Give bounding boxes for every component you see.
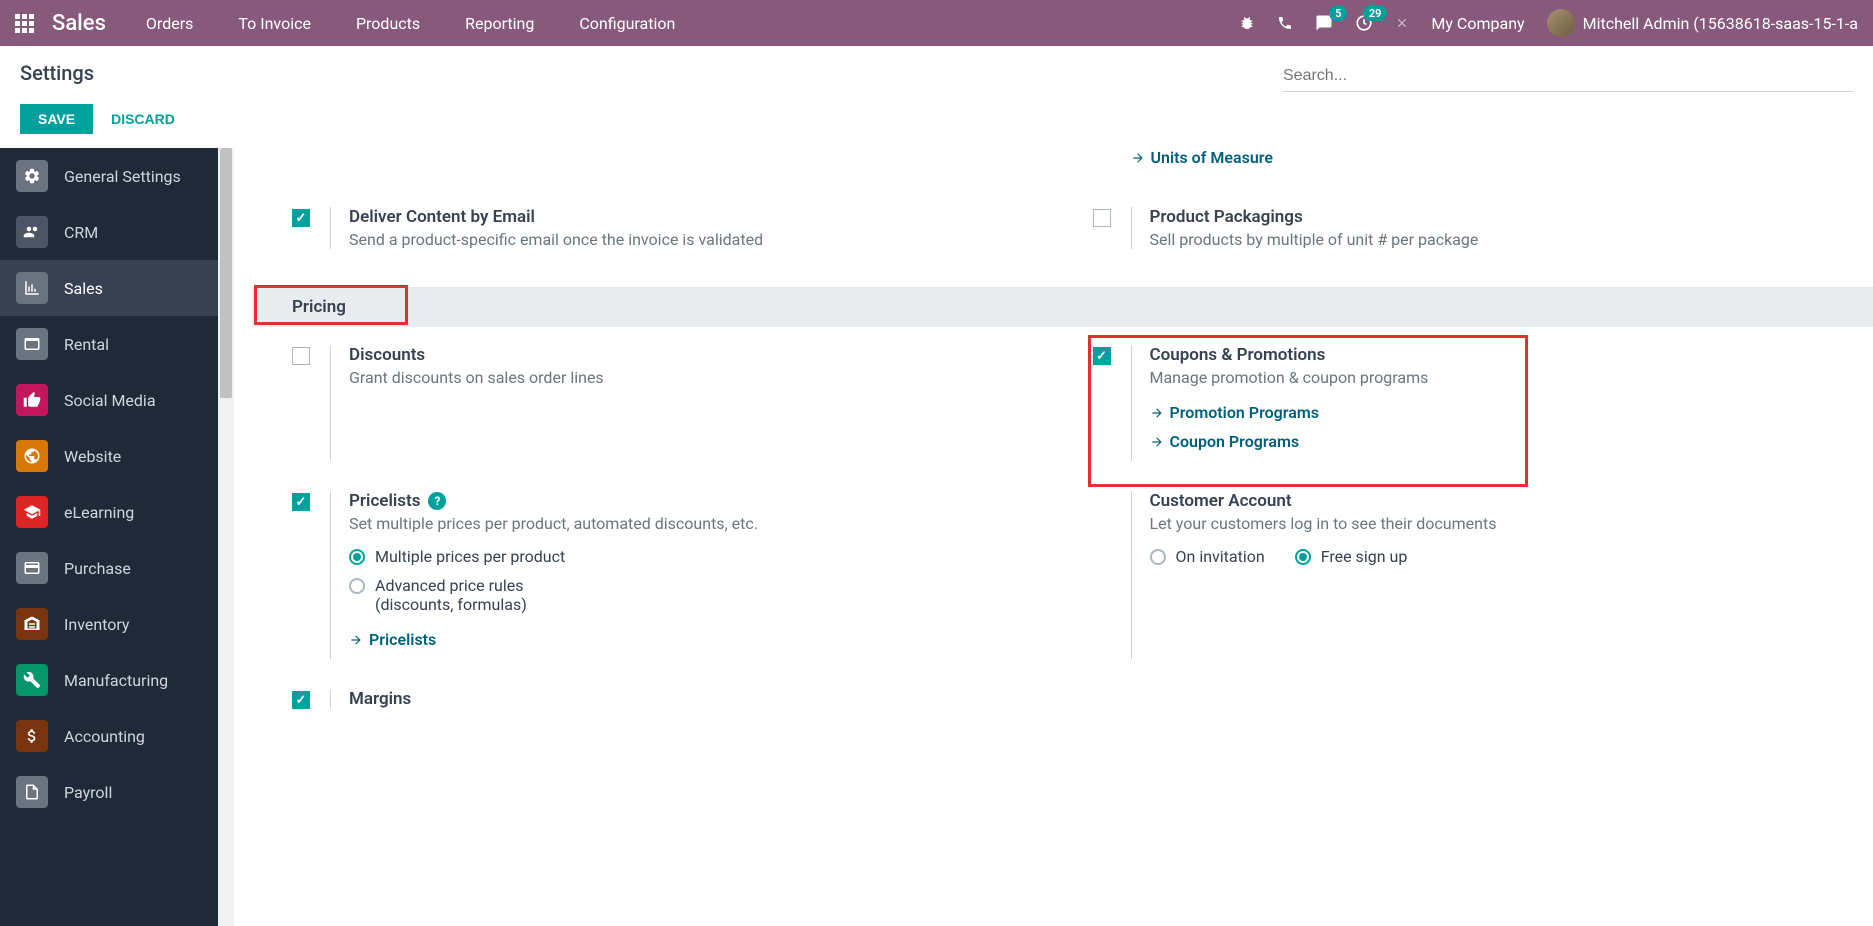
sidebar-label: Payroll (64, 783, 112, 802)
user-name: Mitchell Admin (15638618-saas-15-1-a (1583, 14, 1858, 33)
search-input[interactable] (1283, 61, 1853, 92)
company-name[interactable]: My Company (1431, 14, 1524, 33)
scrollbar-thumb[interactable] (220, 148, 232, 398)
setting-coupons-promotions: Coupons & Promotions Manage promotion & … (1093, 345, 1834, 461)
setting-desc: Send a product-specific email once the i… (349, 230, 1033, 249)
menu-products[interactable]: Products (356, 14, 420, 33)
setting-desc: Set multiple prices per product, automat… (349, 514, 1033, 533)
phone-icon[interactable] (1277, 15, 1293, 31)
messages-icon[interactable]: 5 (1315, 14, 1333, 32)
sidebar-label: Sales (64, 279, 103, 298)
menu-orders[interactable]: Orders (146, 14, 193, 33)
link-pricelists[interactable]: Pricelists (349, 630, 1033, 649)
radio-advanced-rules[interactable]: Advanced price rules(discounts, formulas… (349, 576, 1033, 614)
section-pricing: Pricing (252, 287, 1873, 327)
setting-desc: Manage promotion & coupon programs (1150, 368, 1834, 387)
page-header: Settings (0, 46, 1873, 92)
menu-configuration[interactable]: Configuration (579, 14, 675, 33)
clock-icon[interactable]: 29 (1355, 14, 1373, 32)
setting-desc: Let your customers log in to see their d… (1150, 514, 1834, 533)
bug-icon[interactable] (1239, 15, 1255, 31)
avatar (1547, 9, 1575, 37)
setting-title: Deliver Content by Email (349, 207, 1033, 227)
page-title: Settings (20, 61, 94, 85)
sidebar-label: Rental (64, 335, 109, 354)
sidebar-label: CRM (64, 223, 98, 242)
sidebar-item-rental[interactable]: Rental (0, 316, 218, 372)
sidebar-item-purchase[interactable]: Purchase (0, 540, 218, 596)
radio-multiple-prices[interactable]: Multiple prices per product (349, 547, 1033, 566)
setting-title: Discounts (349, 345, 1033, 365)
sidebar-item-social-media[interactable]: Social Media (0, 372, 218, 428)
save-button[interactable]: SAVE (20, 104, 93, 134)
sidebar-label: Social Media (64, 391, 156, 410)
setting-discounts: Discounts Grant discounts on sales order… (292, 345, 1033, 461)
link-units-of-measure[interactable]: Units of Measure (1131, 148, 1834, 167)
menu-reporting[interactable]: Reporting (465, 14, 534, 33)
help-icon[interactable]: ? (428, 492, 446, 510)
setting-desc: Sell products by multiple of unit # per … (1150, 230, 1834, 249)
checkbox-pricelists[interactable] (292, 493, 310, 511)
sidebar-item-sales[interactable]: Sales (0, 260, 218, 316)
checkbox-deliver-content[interactable] (292, 209, 310, 227)
sidebar-item-accounting[interactable]: Accounting (0, 708, 218, 764)
sidebar-item-inventory[interactable]: Inventory (0, 596, 218, 652)
setting-customer-account: Customer Account Let your customers log … (1093, 491, 1834, 659)
close-icon[interactable] (1395, 16, 1409, 30)
checkbox-discounts[interactable] (292, 347, 310, 365)
scrollbar[interactable] (218, 148, 234, 926)
action-bar: SAVE DISCARD (0, 92, 1873, 148)
setting-title: Product Packagings (1150, 207, 1834, 227)
apps-icon[interactable] (15, 14, 34, 33)
sidebar-item-elearning[interactable]: eLearning (0, 484, 218, 540)
main-navbar: Sales Orders To Invoice Products Reporti… (0, 0, 1873, 46)
setting-desc: Grant discounts on sales order lines (349, 368, 1033, 387)
setting-title: Pricelists? (349, 491, 1033, 511)
messages-badge: 5 (1329, 6, 1347, 21)
sidebar-item-general-settings[interactable]: General Settings (0, 148, 218, 204)
checkbox-packagings[interactable] (1093, 209, 1111, 227)
settings-content: Units of Measure Deliver Content by Emai… (234, 148, 1873, 926)
setting-title: Margins (349, 689, 1033, 709)
setting-pricelists: Pricelists? Set multiple prices per prod… (292, 491, 1033, 659)
link-coupon-programs[interactable]: Coupon Programs (1150, 432, 1834, 451)
settings-sidebar: General Settings CRM Sales Rental Social… (0, 148, 218, 926)
checkbox-margins[interactable] (292, 691, 310, 709)
sidebar-label: Manufacturing (64, 671, 168, 690)
setting-deliver-content: Deliver Content by Email Send a product-… (292, 207, 1033, 249)
app-name[interactable]: Sales (52, 11, 106, 36)
top-menu: Orders To Invoice Products Reporting Con… (146, 14, 675, 33)
sidebar-item-payroll[interactable]: Payroll (0, 764, 218, 820)
setting-title: Coupons & Promotions (1150, 345, 1834, 365)
setting-product-packagings: Product Packagings Sell products by mult… (1093, 207, 1834, 249)
sidebar-item-website[interactable]: Website (0, 428, 218, 484)
radio-free-signup[interactable]: Free sign up (1295, 547, 1408, 566)
sidebar-label: General Settings (64, 167, 181, 186)
checkbox-coupons[interactable] (1093, 347, 1111, 365)
sidebar-label: Purchase (64, 559, 131, 578)
radio-on-invitation[interactable]: On invitation (1150, 547, 1265, 566)
sidebar-item-manufacturing[interactable]: Manufacturing (0, 652, 218, 708)
sidebar-label: Inventory (64, 615, 130, 634)
user-menu[interactable]: Mitchell Admin (15638618-saas-15-1-a (1547, 9, 1858, 37)
sidebar-label: eLearning (64, 503, 134, 522)
setting-title: Customer Account (1150, 491, 1834, 511)
sidebar-label: Website (64, 447, 121, 466)
discard-button[interactable]: DISCARD (107, 104, 179, 134)
clock-badge: 29 (1363, 6, 1388, 21)
menu-to-invoice[interactable]: To Invoice (238, 14, 311, 33)
sidebar-item-crm[interactable]: CRM (0, 204, 218, 260)
sidebar-label: Accounting (64, 727, 145, 746)
setting-margins: Margins (292, 689, 1033, 709)
link-promotion-programs[interactable]: Promotion Programs (1150, 403, 1834, 422)
